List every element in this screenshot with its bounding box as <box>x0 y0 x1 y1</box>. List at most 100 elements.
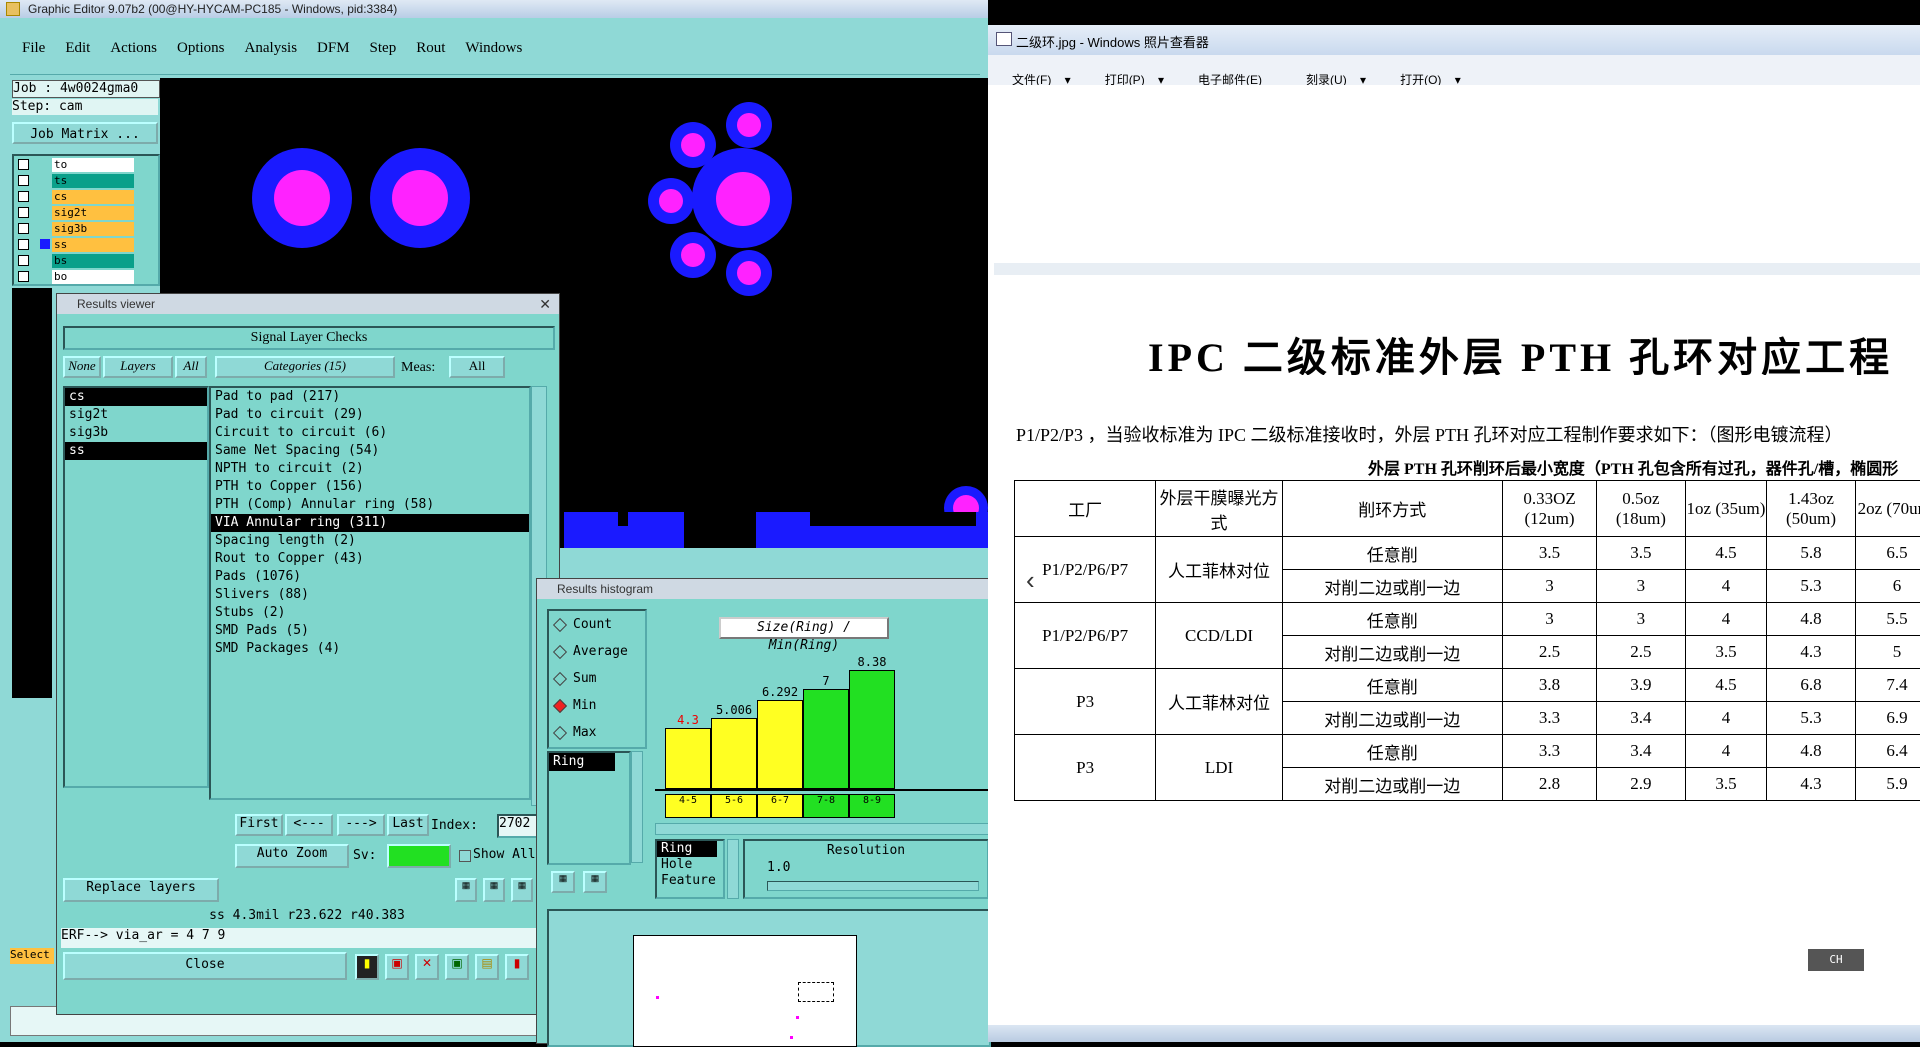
list-scrollbar[interactable] <box>631 751 643 863</box>
histogram-attr-list[interactable]: Ring Hole Feature <box>655 839 725 899</box>
list-item[interactable]: cs <box>65 388 207 406</box>
menu-dfm[interactable]: DFM <box>317 40 350 57</box>
prev-button[interactable]: <--- <box>285 814 333 836</box>
layers-button[interactable]: Layers <box>103 356 173 378</box>
category-item[interactable]: NPTH to circuit (2) <box>211 460 529 478</box>
meas-dropdown[interactable]: All <box>449 356 505 378</box>
category-item[interactable]: Stubs (2) <box>211 604 529 622</box>
toolbar-icon[interactable]: ✕ <box>415 954 439 980</box>
menu-rout[interactable]: Rout <box>416 40 445 57</box>
none-button[interactable]: None <box>63 356 101 378</box>
toolbar-icon[interactable]: ▣ <box>385 954 409 980</box>
next-button[interactable]: ---> <box>337 814 385 836</box>
ref-icon[interactable]: ▦ <box>583 871 607 893</box>
resolution-slider[interactable] <box>767 881 979 891</box>
overview-board[interactable] <box>633 935 857 1047</box>
auto-zoom-dropdown[interactable]: Auto Zoom <box>235 844 349 868</box>
toolbar-icon[interactable]: ▮ <box>355 954 379 980</box>
category-item[interactable]: Pads (1076) <box>211 568 529 586</box>
list-item[interactable]: Feature <box>657 873 723 889</box>
category-item-selected[interactable]: VIA Annular ring (311) <box>211 514 529 532</box>
select-label[interactable]: Select <box>10 948 54 964</box>
list-item[interactable]: ss <box>65 442 207 460</box>
menu-step[interactable]: Step <box>370 40 397 57</box>
histogram-bar[interactable] <box>711 718 757 789</box>
layer-row-ts[interactable]: ts <box>18 174 138 188</box>
category-item[interactable]: SMD Pads (5) <box>211 622 529 640</box>
layer-row-to[interactable]: to <box>18 158 138 172</box>
checkbox[interactable] <box>18 271 29 282</box>
checkbox[interactable] <box>18 255 29 266</box>
layer-row-ss[interactable]: ss <box>18 238 138 252</box>
radio-max[interactable]: Max <box>549 719 645 746</box>
checkbox[interactable] <box>18 159 29 170</box>
menu-edit[interactable]: Edit <box>65 40 90 57</box>
job-matrix-button[interactable]: Job Matrix ... <box>12 122 158 144</box>
menu-file[interactable]: File <box>22 40 45 57</box>
radio-count[interactable]: Count <box>549 611 645 638</box>
del-icon[interactable]: ▦ <box>455 878 477 902</box>
histogram-bar[interactable] <box>849 670 895 789</box>
list-item[interactable]: Hole <box>657 857 723 873</box>
histogram-bar[interactable] <box>803 689 849 789</box>
show-all-checkbox[interactable] <box>459 850 471 862</box>
category-item[interactable]: Spacing length (2) <box>211 532 529 550</box>
layer-row-sig3b[interactable]: sig3b <box>18 222 138 236</box>
sv-dropdown[interactable] <box>387 844 451 868</box>
overview-viewport[interactable] <box>798 982 834 1002</box>
category-item[interactable]: Rout to Copper (43) <box>211 550 529 568</box>
list-item[interactable]: Ring <box>549 753 615 771</box>
menu-windows[interactable]: Windows <box>465 40 522 57</box>
first-button[interactable]: First <box>235 814 283 836</box>
category-item[interactable]: PTH (Comp) Annular ring (58) <box>211 496 529 514</box>
all-button[interactable]: All <box>175 356 207 378</box>
category-item[interactable]: Slivers (88) <box>211 586 529 604</box>
menu-analysis[interactable]: Analysis <box>245 40 298 57</box>
category-item[interactable]: Same Net Spacing (54) <box>211 442 529 460</box>
list-item[interactable]: sig2t <box>65 406 207 424</box>
layer-row-bs[interactable]: bs <box>18 254 138 268</box>
categories-button[interactable]: Categories (15) <box>215 356 395 378</box>
layer-row-bo[interactable]: bo <box>18 270 138 284</box>
checkbox[interactable] <box>18 191 29 202</box>
menu-options[interactable]: Options <box>177 40 225 57</box>
checkbox[interactable] <box>18 239 29 250</box>
ime-indicator[interactable]: CH <box>1808 949 1864 971</box>
checkbox[interactable] <box>18 207 29 218</box>
checkbox[interactable] <box>18 223 29 234</box>
categories-list[interactable]: Pad to pad (217) Pad to circuit (29) Cir… <box>209 386 531 800</box>
radio-min[interactable]: Min <box>549 692 645 719</box>
close-icon[interactable]: ✕ <box>539 294 551 314</box>
histogram-bar[interactable] <box>665 728 711 789</box>
histogram-list[interactable]: Ring <box>547 751 631 865</box>
menu-actions[interactable]: Actions <box>110 40 157 57</box>
replace-layers-dropdown[interactable]: Replace layers <box>63 878 219 902</box>
ref-icon[interactable]: ▦ <box>483 878 505 902</box>
category-item[interactable]: PTH to Copper (156) <box>211 478 529 496</box>
toolbar-icon[interactable]: ▣ <box>445 954 469 980</box>
checkbox[interactable] <box>18 175 29 186</box>
radio-sum[interactable]: Sum <box>549 665 645 692</box>
radio-average[interactable]: Average <box>549 638 645 665</box>
category-item[interactable]: Pad to circuit (29) <box>211 406 529 424</box>
attr-scrollbar[interactable] <box>727 839 739 899</box>
toolbar-icon[interactable]: ▤ <box>475 954 499 980</box>
list-item[interactable]: sig3b <box>65 424 207 442</box>
table-cell: 3 <box>1597 603 1685 636</box>
category-item[interactable]: Circuit to circuit (6) <box>211 424 529 442</box>
doc-table-body: P1/P2/P6/P7人工菲林对位任意削3.53.54.55.86.5对削二边或… <box>1015 537 1920 801</box>
last-button[interactable]: Last <box>387 814 429 836</box>
results-layer-list[interactable]: cs sig2t sig3b ss <box>63 386 209 788</box>
previous-image-arrow[interactable]: ‹ <box>1026 565 1050 595</box>
layer-row-sig2t[interactable]: sig2t <box>18 206 138 220</box>
del-icon[interactable]: ▦ <box>551 871 575 893</box>
category-item[interactable]: Pad to pad (217) <box>211 388 529 406</box>
list-item[interactable]: Ring <box>657 841 717 857</box>
undo-icon[interactable]: ▦ <box>511 878 533 902</box>
chart-scrollbar[interactable] <box>655 823 991 835</box>
layer-row-cs[interactable]: cs <box>18 190 138 204</box>
histogram-bar[interactable] <box>757 700 803 789</box>
category-item[interactable]: SMD Packages (4) <box>211 640 529 658</box>
close-button[interactable]: Close <box>63 952 347 980</box>
toolbar-icon[interactable]: ▮ <box>505 954 529 980</box>
